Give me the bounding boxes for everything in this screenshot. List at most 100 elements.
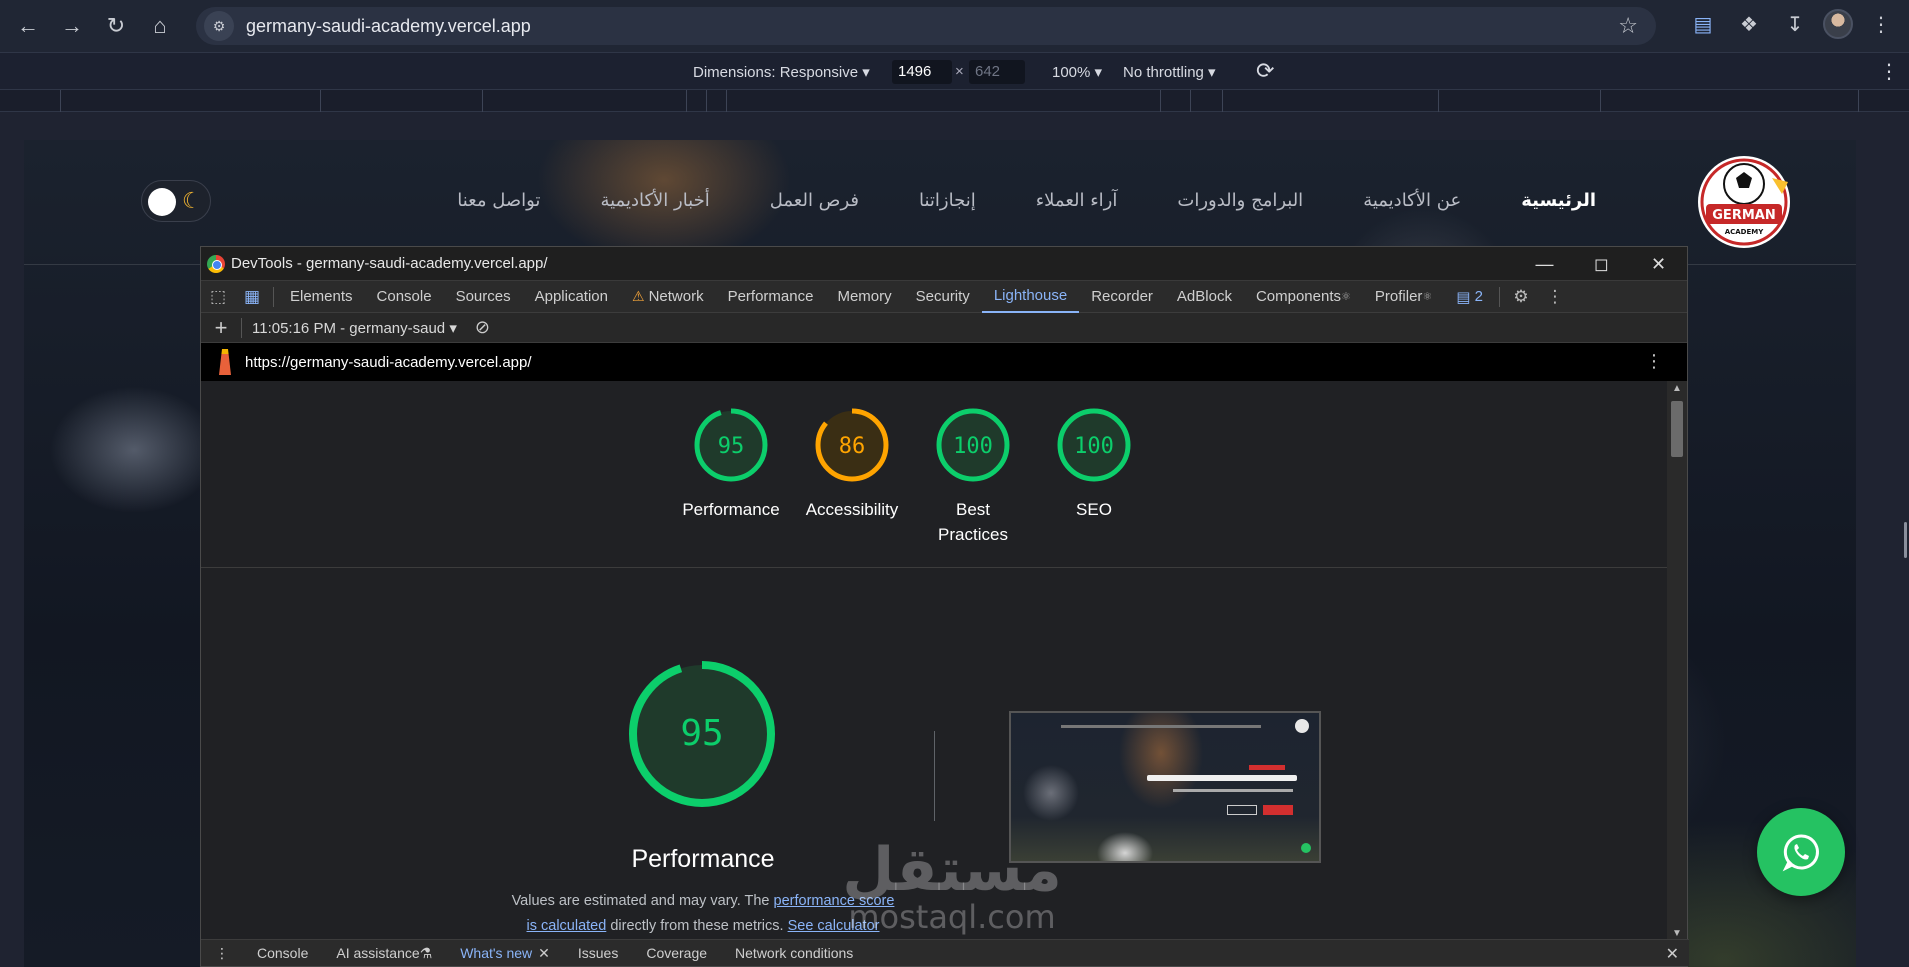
- close-icon[interactable]: ✕: [1630, 247, 1687, 281]
- moon-icon: ☾: [182, 188, 202, 213]
- tab-adblock[interactable]: AdBlock: [1165, 281, 1244, 313]
- minimize-icon[interactable]: —: [1516, 247, 1573, 281]
- clear-reports-icon[interactable]: ⊘: [475, 317, 490, 338]
- gauge-label: Best Practices: [938, 500, 1008, 544]
- drawer-tab-network-conditions[interactable]: Network conditions: [721, 940, 867, 966]
- drawer-tab-console[interactable]: Console: [243, 940, 322, 966]
- tab-application[interactable]: Application: [523, 281, 620, 313]
- drawer-tab-issues[interactable]: Issues: [564, 940, 632, 966]
- tab-label: Security: [915, 288, 970, 305]
- drawer-tab-label: Coverage: [646, 945, 708, 961]
- main-performance-gauge: 95: [629, 661, 775, 807]
- reload-icon[interactable]: ↻: [94, 4, 138, 48]
- browser-toolbar: ← → ↻ ⌂ ⚙ germany-saudi-academy.vercel.a…: [0, 0, 1909, 52]
- viewport-resize-handle[interactable]: [1904, 522, 1907, 558]
- nav-item[interactable]: آراء العملاء: [1036, 190, 1118, 211]
- score-gauge-best-practices[interactable]: 100 Best Practices: [933, 405, 1013, 547]
- drawer-tab-label: Issues: [577, 945, 619, 961]
- nav-item[interactable]: البرامج والدورات: [1177, 190, 1303, 211]
- drawer-tab-label: Network conditions: [735, 945, 854, 961]
- address-url[interactable]: germany-saudi-academy.vercel.app: [246, 16, 531, 37]
- download-icon[interactable]: ↧: [1777, 6, 1813, 42]
- device-more-icon[interactable]: ⋮: [1879, 59, 1899, 84]
- drawer-tab-what-s-new[interactable]: What's new ✕: [446, 940, 564, 966]
- close-tab-icon[interactable]: ✕: [538, 945, 550, 962]
- tab-lighthouse[interactable]: Lighthouse: [981, 281, 1080, 313]
- profile-avatar[interactable]: [1823, 9, 1853, 39]
- report-scrollbar[interactable]: ▲ ▼: [1667, 381, 1687, 941]
- whatsapp-icon: [1782, 834, 1819, 872]
- report-menu-icon[interactable]: ⋮: [1645, 351, 1663, 372]
- scroll-thumb[interactable]: [1671, 401, 1683, 457]
- radio-icon[interactable]: ▤: [1685, 6, 1721, 42]
- report-divider: [201, 567, 1669, 568]
- theme-toggle[interactable]: ☾: [141, 180, 211, 222]
- width-input[interactable]: 1496: [892, 60, 952, 84]
- maximize-icon[interactable]: ◻: [1573, 247, 1630, 281]
- devtools-window-title: DevTools - germany-saudi-academy.vercel.…: [231, 255, 548, 272]
- tab-label: Performance: [727, 288, 814, 305]
- drawer-tab-label: Console: [257, 945, 309, 961]
- tab-security[interactable]: Security: [904, 281, 982, 313]
- whatsapp-button[interactable]: [1757, 808, 1845, 896]
- tab-label: AdBlock: [1176, 288, 1232, 305]
- tab-elements[interactable]: Elements: [278, 281, 365, 313]
- tab-label: Profiler: [1374, 288, 1423, 305]
- zoom-dropdown[interactable]: 100% ▾: [1052, 63, 1102, 81]
- new-report-icon[interactable]: +: [201, 315, 241, 341]
- scroll-up-icon[interactable]: ▲: [1672, 383, 1682, 394]
- report-selector[interactable]: 11:05:16 PM - germany-saud ▾: [252, 319, 457, 337]
- nav-item[interactable]: الرئيسية: [1521, 190, 1596, 211]
- back-icon[interactable]: ←: [6, 4, 50, 48]
- nav-item[interactable]: عن الأكاديمية: [1363, 190, 1461, 211]
- site-info-icon[interactable]: ⚙: [204, 11, 234, 41]
- report-url[interactable]: https://germany-saudi-academy.vercel.app…: [245, 354, 532, 371]
- tab-console[interactable]: Console: [365, 281, 444, 313]
- tab-sources[interactable]: Sources: [444, 281, 523, 313]
- nav-item[interactable]: تواصل معنا: [457, 190, 540, 211]
- tab-label: Lighthouse: [993, 287, 1068, 304]
- react-icon: ⚛: [1341, 291, 1351, 303]
- drawer-tab-label: AI assistance: [336, 945, 420, 961]
- tab-performance[interactable]: Performance: [716, 281, 826, 313]
- score-gauge-performance[interactable]: 95 Performance: [682, 405, 780, 547]
- nav-item[interactable]: أخبار الأكاديمية: [600, 190, 709, 211]
- drawer-menu-icon[interactable]: ⋮: [201, 940, 243, 966]
- tab-recorder[interactable]: Recorder: [1079, 281, 1165, 313]
- tab-network[interactable]: ⚠ Network: [620, 281, 716, 313]
- devtools-menu-icon[interactable]: ⋮: [1538, 281, 1572, 313]
- rotate-icon[interactable]: ⟳: [1256, 58, 1274, 84]
- german-academy-logo[interactable]: GERMAN ACADEMY: [1692, 150, 1796, 254]
- kebab-menu-icon[interactable]: ⋮: [1863, 6, 1899, 42]
- score-gauge-seo[interactable]: 100 SEO: [1054, 405, 1134, 547]
- scroll-down-icon[interactable]: ▼: [1672, 928, 1682, 939]
- home-icon[interactable]: ⌂: [138, 4, 182, 48]
- device-toggle-icon[interactable]: ▦: [235, 281, 269, 313]
- inspect-element-icon[interactable]: ⬚: [201, 281, 235, 313]
- tab-profiler[interactable]: Profiler ⚛: [1363, 281, 1444, 313]
- address-bar[interactable]: ⚙ germany-saudi-academy.vercel.app ☆: [196, 7, 1656, 45]
- extensions-icon[interactable]: ❖: [1731, 6, 1767, 42]
- tab-memory[interactable]: Memory: [825, 281, 903, 313]
- main-gauge-label: Performance: [631, 845, 775, 873]
- device-toolbar: Dimensions: Responsive ▾ 1496 × 642 100%…: [0, 52, 1909, 90]
- nav-item[interactable]: إنجازاتنا: [919, 190, 976, 211]
- react-icon: ⚛: [1422, 291, 1433, 303]
- drawer-tab-label: What's new: [460, 945, 533, 961]
- issues-badge[interactable]: ▤ 2: [1444, 281, 1495, 313]
- throttling-dropdown[interactable]: No throttling ▾: [1123, 63, 1216, 81]
- nav-item[interactable]: فرص العمل: [770, 190, 859, 211]
- drawer-tab-ai-assistance[interactable]: AI assistance ⚗: [322, 940, 446, 966]
- close-drawer-icon[interactable]: ✕: [1666, 944, 1679, 964]
- settings-icon[interactable]: ⚙: [1504, 281, 1538, 313]
- height-input[interactable]: 642: [969, 60, 1025, 84]
- drawer-tab-coverage[interactable]: Coverage: [632, 940, 721, 966]
- is-calculated-link[interactable]: is calculated: [527, 918, 607, 934]
- star-icon[interactable]: ☆: [1618, 13, 1638, 39]
- tab-components[interactable]: Components ⚛: [1244, 281, 1363, 313]
- forward-icon[interactable]: →: [50, 4, 94, 48]
- tab-label: Elements: [290, 288, 353, 305]
- score-gauge-accessibility[interactable]: 86 Accessibility: [806, 405, 898, 547]
- dimensions-dropdown[interactable]: Dimensions: Responsive ▾: [693, 63, 870, 81]
- devtools-drawer-tabbar: ⋮ Console AI assistance ⚗ What's new ✕ Issue…: [201, 939, 1689, 966]
